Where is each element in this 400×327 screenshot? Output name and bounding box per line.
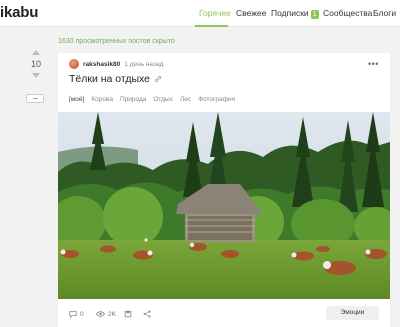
post-title[interactable]: Тёлки на отдыхе: [69, 73, 150, 85]
more-dots-icon[interactable]: •••: [368, 59, 379, 69]
share-icon: [143, 310, 151, 318]
minus-icon: [33, 98, 38, 99]
nav-blogs[interactable]: Блоги: [373, 8, 396, 18]
tag-item[interactable]: Отдых: [153, 96, 173, 103]
nav-communities[interactable]: Сообщества: [323, 8, 372, 18]
share-button[interactable]: [143, 310, 154, 318]
subscriptions-badge: 1: [310, 10, 319, 19]
views-counter: 2K: [96, 310, 116, 318]
tag-item[interactable]: [моё]: [69, 96, 84, 103]
tag-item[interactable]: Фотография: [198, 96, 235, 103]
avatar[interactable]: [69, 59, 79, 69]
post-title-row: Тёлки на отдыхе: [69, 73, 162, 85]
author-name[interactable]: rakshasik80: [83, 61, 120, 68]
comments-count: 0: [80, 310, 84, 318]
comments-counter[interactable]: 0: [69, 310, 84, 318]
site-logo[interactable]: ikabu: [0, 4, 38, 21]
upvote-icon[interactable]: [32, 50, 40, 55]
nav-active-underline: [195, 25, 228, 27]
post-footer: 0 2K Эмоции: [58, 304, 390, 324]
eye-icon: [96, 311, 105, 317]
tag-item[interactable]: Лес: [180, 96, 191, 103]
tag-list: [моё] Корова Природа Отдых Лес Фотографи…: [69, 96, 235, 103]
post-author: rakshasik80 1 день назад: [69, 59, 163, 69]
post-photo[interactable]: [58, 112, 390, 299]
rating-count: 10: [30, 59, 41, 69]
post-card: rakshasik80 1 день назад ••• Тёлки на от…: [58, 53, 390, 327]
bookmark-icon: [124, 310, 132, 318]
vote-panel: 10: [24, 50, 48, 78]
downvote-icon[interactable]: [32, 73, 40, 78]
nav-hot[interactable]: Горячее: [199, 8, 231, 18]
emotions-button[interactable]: Эмоции: [326, 306, 379, 320]
tag-item[interactable]: Природа: [120, 96, 146, 103]
top-header: ikabu Горячее Свежее Подписки 1 Сообществ…: [0, 0, 400, 27]
collapse-button[interactable]: [26, 94, 44, 103]
nav-subscriptions[interactable]: Подписки 1: [271, 8, 319, 19]
nav-subscriptions-label: Подписки: [271, 8, 309, 18]
save-button[interactable]: [124, 310, 135, 318]
post-time[interactable]: 1 день назад: [124, 61, 163, 68]
nav-fresh[interactable]: Свежее: [236, 8, 266, 18]
views-count: 2K: [108, 310, 116, 318]
comment-icon: [69, 311, 77, 318]
link-icon[interactable]: [154, 75, 162, 83]
tag-item[interactable]: Корова: [91, 96, 113, 103]
hidden-posts-link[interactable]: 1630 просмотренных постов скрыто: [58, 38, 175, 45]
